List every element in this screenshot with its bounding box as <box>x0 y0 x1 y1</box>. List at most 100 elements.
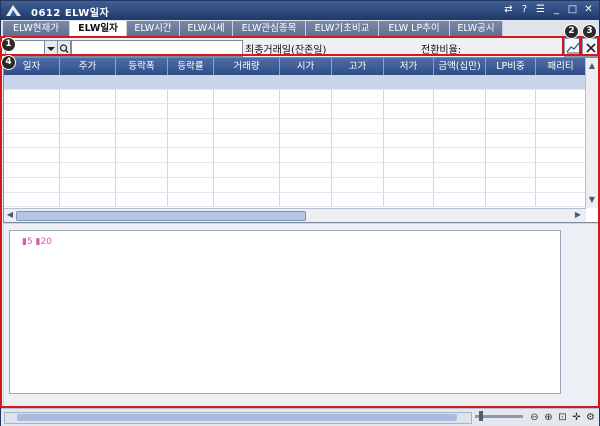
col-lp-ratio[interactable]: LP비중 <box>486 58 536 75</box>
table-cell <box>384 104 434 119</box>
tab-elw-underlying-compare[interactable]: ELW기초비교 <box>306 21 379 36</box>
table-cell <box>536 148 586 163</box>
chart-legend: ▮5 ▮20 <box>22 237 52 247</box>
table-body <box>4 75 586 208</box>
table-cell <box>332 89 384 104</box>
col-volume[interactable]: 거래량 <box>214 58 280 75</box>
table-cell <box>116 163 168 177</box>
link-icon[interactable]: ⇄ <box>502 3 515 17</box>
table-cell <box>214 75 280 89</box>
zoom-fit-icon[interactable]: ⊡ <box>556 411 569 424</box>
table-row[interactable] <box>4 75 586 90</box>
tab-elw-quote[interactable]: ELW시세 <box>180 21 233 36</box>
table-cell <box>434 104 486 119</box>
table-cell <box>384 133 434 148</box>
close-panel-icon[interactable] <box>582 38 600 57</box>
tab-elw-time[interactable]: ELW시간 <box>127 21 180 36</box>
table-cell <box>4 104 60 119</box>
table-row[interactable] <box>4 177 586 193</box>
table-row[interactable] <box>4 119 586 134</box>
tab-elw-watchlist[interactable]: ELW관심종목 <box>233 21 306 36</box>
table-row[interactable] <box>4 89 586 105</box>
col-parity[interactable]: 패리티 <box>536 58 586 75</box>
col-amount[interactable]: 금액(십만) <box>434 58 486 75</box>
table-header: 일자 주가 등락폭 등락률 거래량 시가 고가 저가 금액(십만) LP비중 패… <box>4 58 586 75</box>
table-cell <box>536 133 586 148</box>
zoom-slider-knob[interactable] <box>479 411 483 421</box>
table-cell <box>4 163 60 177</box>
tab-strip: ELW현재가 ELW일자 ELW시간 ELW시세 ELW관심종목 ELW기초비교… <box>1 20 599 38</box>
daily-data-table[interactable]: 일자 주가 등락폭 등락률 거래량 시가 고가 저가 금액(십만) LP비중 패… <box>3 57 599 223</box>
tab-elw-current[interactable]: ELW현재가 <box>3 21 70 36</box>
table-cell <box>168 89 214 104</box>
table-cell <box>332 133 384 148</box>
tab-elw-disclosure[interactable]: ELW공시 <box>450 21 503 36</box>
scroll-right-icon[interactable]: ▶ <box>572 209 584 221</box>
table-vertical-scrollbar[interactable]: ▲ ▼ <box>585 58 598 208</box>
scroll-left-icon[interactable]: ◀ <box>4 209 16 221</box>
table-cell <box>116 148 168 163</box>
settings-icon[interactable]: ⚙ <box>584 411 597 424</box>
table-row[interactable] <box>4 104 586 120</box>
table-cell <box>332 148 384 163</box>
table-cell <box>434 177 486 192</box>
table-cell <box>280 148 332 163</box>
search-icon[interactable] <box>57 40 71 57</box>
horizontal-scroll-thumb[interactable] <box>16 211 306 221</box>
chevron-down-icon[interactable] <box>44 40 58 57</box>
table-cell <box>486 75 536 89</box>
menu-icon[interactable]: ☰ <box>534 3 547 17</box>
table-cell <box>384 192 434 207</box>
table-cell <box>60 177 116 192</box>
maximize-icon[interactable]: □ <box>566 3 579 17</box>
table-cell <box>486 192 536 207</box>
table-cell <box>280 177 332 192</box>
zoom-in-icon[interactable]: ⊕ <box>542 411 555 424</box>
table-cell <box>168 192 214 207</box>
table-row[interactable] <box>4 192 586 208</box>
col-low[interactable]: 저가 <box>384 58 434 75</box>
table-cell <box>60 192 116 207</box>
table-cell <box>214 148 280 163</box>
table-cell <box>280 104 332 119</box>
price-chart[interactable]: ▮5 ▮20 <box>9 230 561 360</box>
tab-elw-lp-trend[interactable]: ELW LP추이 <box>379 21 450 36</box>
chart-scrollbar[interactable] <box>4 412 472 424</box>
tab-elw-daily[interactable]: ELW일자 <box>70 21 127 37</box>
table-cell <box>486 177 536 192</box>
col-change[interactable]: 등락폭 <box>116 58 168 75</box>
title-bar[interactable]: 0612 ELW일자 ⇄ ? ☰ _ □ ✕ <box>1 1 599 20</box>
col-open[interactable]: 시가 <box>280 58 332 75</box>
table-cell <box>536 192 586 207</box>
table-cell <box>332 163 384 177</box>
marker-3: 3 <box>582 24 597 39</box>
table-cell <box>214 89 280 104</box>
table-cell <box>384 177 434 192</box>
col-high[interactable]: 고가 <box>332 58 384 75</box>
table-row[interactable] <box>4 133 586 149</box>
volume-chart[interactable] <box>9 358 561 394</box>
table-cell <box>384 89 434 104</box>
zoom-out-icon[interactable]: ⊖ <box>528 411 541 424</box>
chart-panel: ▮5 ▮20 <box>3 223 599 409</box>
help-icon[interactable]: ? <box>518 3 531 17</box>
close-icon[interactable]: ✕ <box>582 3 595 17</box>
name-field <box>71 40 243 57</box>
table-cell <box>116 119 168 133</box>
table-row[interactable] <box>4 163 586 178</box>
table-horizontal-scrollbar[interactable]: ◀ ▶ <box>4 208 586 222</box>
table-row[interactable] <box>4 148 586 164</box>
table-cell <box>332 119 384 133</box>
col-change-rate[interactable]: 등락률 <box>168 58 214 75</box>
chart-toggle-icon[interactable] <box>564 38 582 57</box>
table-cell <box>332 104 384 119</box>
col-price[interactable]: 주가 <box>60 58 116 75</box>
crosshair-icon[interactable]: ✛ <box>570 411 583 424</box>
minimize-icon[interactable]: _ <box>550 3 563 17</box>
table-cell <box>280 89 332 104</box>
table-cell <box>214 119 280 133</box>
table-cell <box>434 148 486 163</box>
scroll-down-icon[interactable]: ▼ <box>586 194 598 206</box>
scroll-up-icon[interactable]: ▲ <box>586 60 598 72</box>
chart-scroll-thumb[interactable] <box>17 414 457 421</box>
